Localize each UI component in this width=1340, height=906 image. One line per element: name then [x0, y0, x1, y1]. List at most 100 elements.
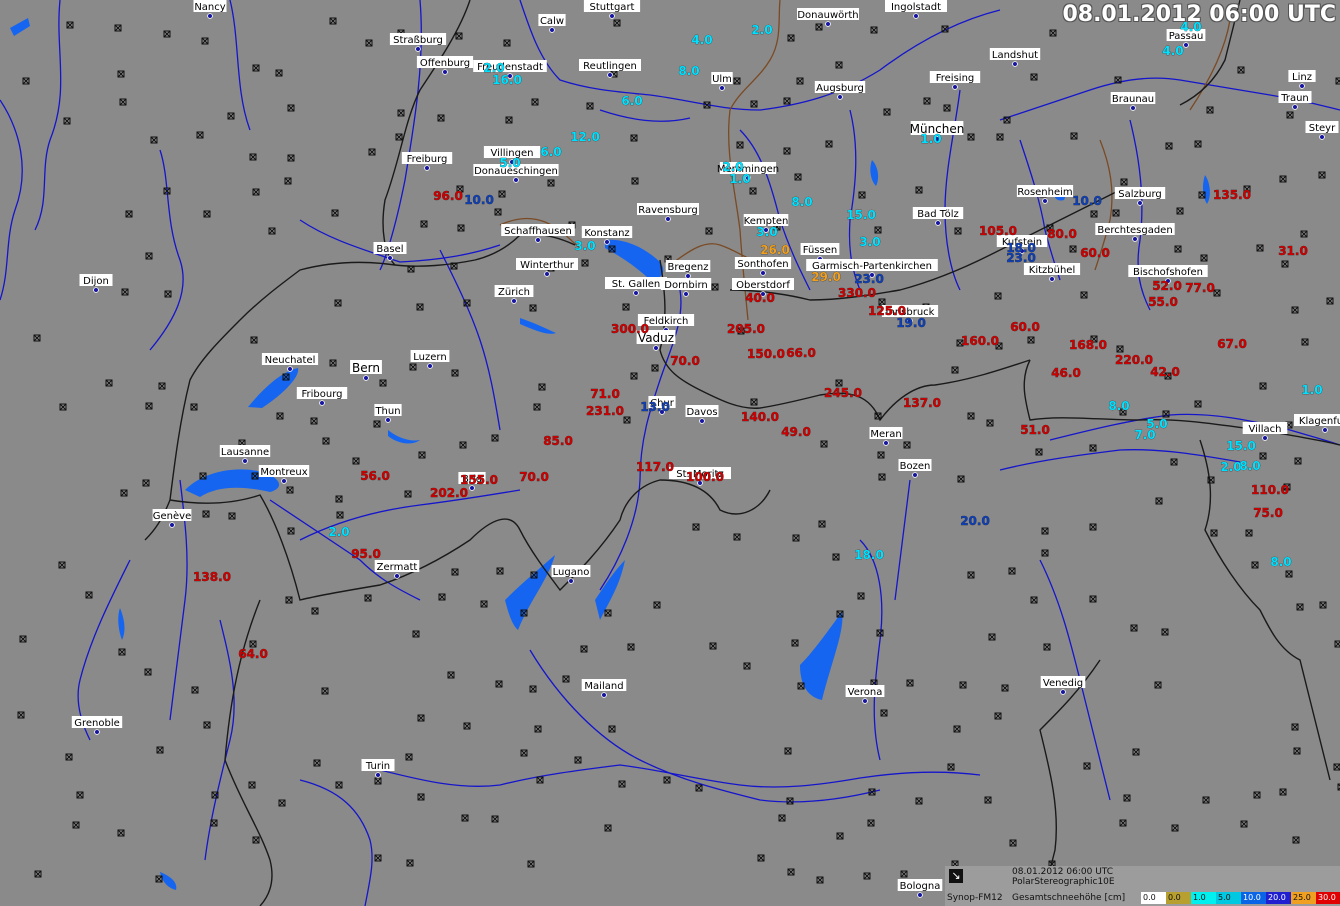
dot-icon — [281, 478, 287, 484]
snow-depth-value: 8.0 — [678, 64, 699, 78]
snow-depth-value: 51.0 — [1020, 423, 1050, 437]
city-name: Genève — [153, 510, 191, 522]
footer-model: Synop-FM12 — [947, 893, 1003, 903]
city-name: Calw — [540, 16, 564, 27]
dot-icon — [1012, 61, 1018, 67]
city-name: Villach — [1249, 424, 1282, 435]
snow-depth-value: 1.0 — [729, 172, 750, 186]
dot-icon — [913, 13, 919, 19]
dot-icon — [544, 271, 550, 277]
dot-icon — [242, 458, 248, 464]
dot-icon — [1183, 42, 1189, 48]
snow-depth-value: 16.0 — [492, 73, 522, 87]
city-name: Mailand — [584, 681, 623, 692]
dot-icon — [601, 692, 607, 698]
legend-swatch: 0.0 — [1166, 892, 1191, 904]
snow-depth-value: 60.0 — [1080, 246, 1110, 260]
snow-depth-value: 95.0 — [351, 547, 381, 561]
dot-icon — [683, 291, 689, 297]
snow-depth-value: 155.0 — [460, 473, 498, 487]
city-name: Neuchatel — [265, 355, 316, 366]
city-name: Sonthofen — [737, 259, 788, 270]
city-name: Davos — [686, 407, 717, 418]
dot-icon — [427, 363, 433, 369]
dot-icon — [604, 239, 610, 245]
snow-depth-value: 23.0 — [854, 272, 884, 286]
snow-depth-value: 2.0 — [751, 23, 772, 37]
city-name: Augsburg — [816, 83, 864, 94]
city-name: Bad Tölz — [917, 209, 958, 220]
city-name: Rosenheim — [1017, 187, 1072, 198]
snow-depth-value: 160.0 — [961, 334, 999, 348]
dot-icon — [1262, 435, 1268, 441]
snow-depth-value: 23.0 — [1006, 251, 1036, 265]
dot-icon — [837, 94, 843, 100]
city-name: Dornbirn — [664, 280, 708, 291]
dot-icon — [535, 237, 541, 243]
city-name: Oberstdorf — [736, 280, 790, 291]
city-name: Kitzbühel — [1029, 265, 1075, 276]
snow-depth-value: 31.0 — [1278, 244, 1308, 258]
snow-depth-value: 67.0 — [1217, 337, 1247, 351]
dot-icon — [633, 290, 639, 296]
dot-icon — [1137, 200, 1143, 206]
snow-depth-value: 135.0 — [1213, 188, 1251, 202]
color-legend: 0.0 0.0 1.0 5.0 10.0 20.0 25.0 30.0 — [1141, 892, 1340, 904]
snow-depth-value: 29.0 — [811, 270, 841, 284]
city-name: Salzburg — [1118, 189, 1161, 200]
snow-depth-value: 8.0 — [1108, 399, 1129, 413]
city-name: Turin — [365, 761, 390, 772]
snow-depth-value: 10.0 — [464, 193, 494, 207]
snow-depth-value: 6.0 — [621, 94, 642, 108]
dot-icon — [513, 177, 519, 183]
city-name: Donauwörth — [797, 10, 858, 21]
snow-depth-value: 13.0 — [640, 400, 670, 414]
snow-depth-value: 80.0 — [1047, 227, 1077, 241]
snow-depth-value: 10.0 — [1072, 194, 1102, 208]
city-name: Grenoble — [74, 718, 120, 729]
snow-depth-value: 7.0 — [1134, 428, 1155, 442]
dot-icon — [912, 472, 918, 478]
snow-depth-value: 4.0 — [1162, 44, 1183, 58]
map-footer: ↘ 08.01.2012 06:00 UTC PolarStereographi… — [945, 866, 1340, 906]
dot-icon — [609, 13, 615, 19]
dot-icon — [719, 85, 725, 91]
city-name: Ravensburg — [638, 205, 697, 216]
snow-depth-value: 137.0 — [903, 396, 941, 410]
dot-icon — [1319, 134, 1325, 140]
legend-swatch: 20.0 — [1266, 892, 1291, 904]
snow-depth-value: 85.0 — [543, 434, 573, 448]
dot-icon — [607, 72, 613, 78]
snow-depth-value: 19.0 — [896, 316, 926, 330]
arrow-icon[interactable]: ↘ — [949, 869, 963, 883]
city-name: Bologna — [900, 881, 941, 892]
snow-depth-value: 168.0 — [1069, 338, 1107, 352]
snow-depth-value: 20.0 — [960, 514, 990, 528]
legend-swatch: 25.0 — [1291, 892, 1316, 904]
dot-icon — [1042, 198, 1048, 204]
snow-depth-value: 245.0 — [824, 386, 862, 400]
dot-icon — [93, 287, 99, 293]
snow-depth-value: 202.0 — [430, 486, 468, 500]
legend-swatch: 1.0 — [1191, 892, 1216, 904]
dot-icon — [287, 366, 293, 372]
snow-depth-value: 26.0 — [760, 243, 790, 257]
snow-depth-value: 8.0 — [1239, 459, 1260, 473]
city-name: Konstanz — [584, 228, 629, 239]
city-name: Luzern — [413, 352, 446, 363]
snow-depth-value: 110.0 — [1251, 483, 1289, 497]
snow-depth-value: 52.0 — [1152, 279, 1182, 293]
city-name: Ingolstadt — [891, 2, 941, 13]
snow-depth-value: 96.0 — [433, 189, 463, 203]
city-name: Linz — [1292, 72, 1312, 83]
snow-depth-value: 12.0 — [570, 130, 600, 144]
city-name: Lugano — [553, 567, 590, 578]
dot-icon — [394, 573, 400, 579]
city-name: Bregenz — [668, 262, 709, 273]
weather-map[interactable]: NancyStraßburgOffenburg FreudenstadtCalwS… — [0, 0, 1340, 906]
city-name: Lausanne — [221, 447, 269, 458]
dot-icon — [825, 21, 831, 27]
snow-depth-value: 138.0 — [193, 570, 231, 584]
snow-depth-value: 15.0 — [846, 208, 876, 222]
city-name: Schaffhausen — [504, 226, 572, 237]
